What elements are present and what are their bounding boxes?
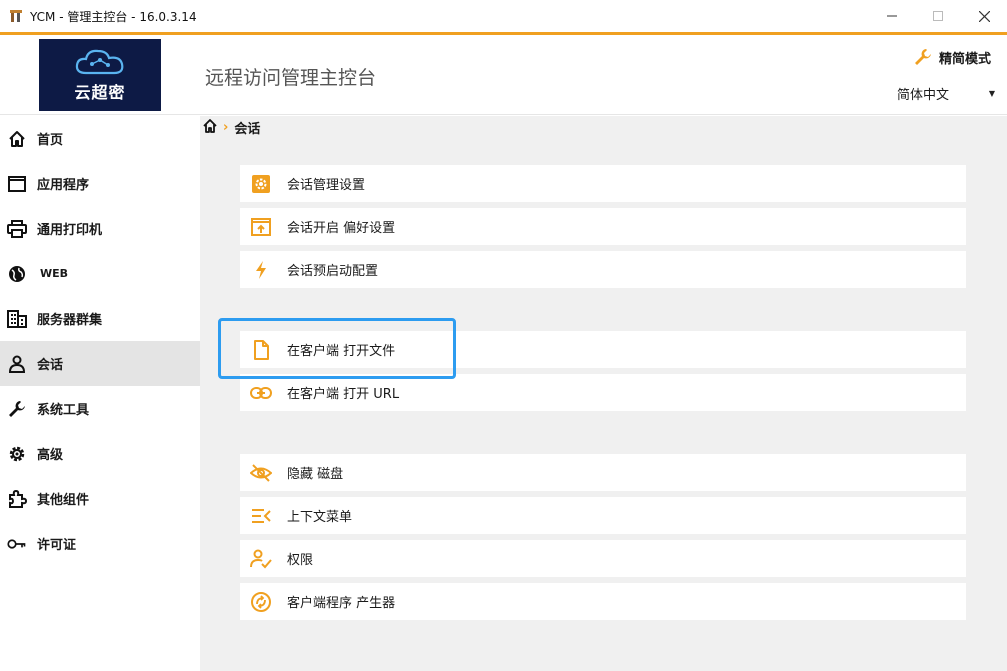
- sidebar-item-applications[interactable]: 应用程序: [0, 161, 200, 206]
- sidebar-item-label: 其他组件: [37, 493, 90, 508]
- dropdown-arrow-icon: ▼: [988, 88, 995, 98]
- sidebar-item-components[interactable]: 其他组件: [0, 476, 200, 521]
- settings-group-client-open: 在客户端 打开文件 在客户端 打开 URL: [240, 331, 966, 417]
- row-label: 会话开启 偏好设置: [287, 221, 396, 236]
- language-select[interactable]: 简体中文 ▼: [897, 83, 997, 103]
- sidebar-item-advanced[interactable]: 高级: [0, 431, 200, 476]
- key-icon: [7, 534, 27, 554]
- sidebar-item-session[interactable]: 会话: [0, 341, 200, 386]
- open-url-on-client-row[interactable]: 在客户端 打开 URL: [240, 374, 966, 411]
- header: 云超密 远程访问管理主控台 精简模式 简体中文 ▼: [0, 35, 1007, 115]
- settings-group-session: 会话管理设置 会话开启 偏好设置 会话预启动配置: [240, 165, 966, 294]
- language-value: 简体中文: [897, 87, 950, 103]
- window-icon: [7, 174, 27, 194]
- sidebar-item-printer[interactable]: 通用打印机: [0, 206, 200, 251]
- wrench-icon: [7, 399, 27, 419]
- sidebar-item-label: 应用程序: [37, 178, 90, 193]
- close-icon: [978, 10, 990, 22]
- row-label: 在客户端 打开 URL: [287, 387, 400, 402]
- hide-disk-row[interactable]: 隐藏 磁盘: [240, 454, 966, 491]
- home-icon: [7, 129, 27, 149]
- close-button[interactable]: [961, 0, 1007, 32]
- eye-off-icon: [250, 462, 272, 484]
- sidebar-item-system-tools[interactable]: 系统工具: [0, 386, 200, 431]
- sidebar-item-home[interactable]: 首页: [0, 116, 200, 161]
- sidebar-item-label: 首页: [37, 133, 64, 148]
- home-icon[interactable]: [203, 118, 217, 137]
- session-open-preferences-row[interactable]: 会话开启 偏好设置: [240, 208, 966, 245]
- sidebar: 首页 应用程序 通用打印机 WEB 服务器群集 会话 系统工具 高级 其他组件 …: [0, 116, 200, 671]
- session-management-settings-row[interactable]: 会话管理设置: [240, 165, 966, 202]
- gear-icon: [7, 444, 27, 464]
- printer-icon: [7, 219, 27, 239]
- sidebar-item-label: 系统工具: [37, 403, 90, 418]
- row-label: 客户端程序 产生器: [287, 596, 396, 611]
- row-label: 权限: [287, 553, 314, 568]
- main-content: › 会话 会话管理设置 会话开启 偏好设置 会话预启动配置 在客户端 打开文件 …: [200, 116, 1007, 671]
- settings-group-misc: 隐藏 磁盘 上下文菜单 权限 客户端程序 产生器: [240, 454, 966, 626]
- logo-text: 云超密: [74, 83, 126, 102]
- breadcrumb: › 会话: [203, 118, 260, 137]
- minimize-button[interactable]: [869, 0, 915, 32]
- window-controls: [869, 0, 1007, 32]
- breadcrumb-separator-icon: ›: [223, 120, 229, 135]
- brand-logo: 云超密: [39, 39, 161, 111]
- sidebar-item-server-cluster[interactable]: 服务器群集: [0, 296, 200, 341]
- console-title: 远程访问管理主控台: [205, 67, 377, 89]
- wrench-icon: [914, 49, 931, 65]
- row-label: 上下文菜单: [287, 510, 353, 525]
- sidebar-item-label: WEB: [40, 267, 69, 280]
- sidebar-item-web[interactable]: WEB: [0, 251, 200, 296]
- permissions-row[interactable]: 权限: [240, 540, 966, 577]
- open-file-on-client-row[interactable]: 在客户端 打开文件: [240, 331, 966, 368]
- client-generator-row[interactable]: 客户端程序 产生器: [240, 583, 966, 620]
- maximize-icon: [933, 11, 943, 21]
- title-bar: YCM - 管理主控台 - 16.0.3.14: [0, 0, 1007, 32]
- compact-mode-label: 精简模式: [938, 51, 991, 67]
- file-icon: [250, 339, 272, 361]
- user-icon: [7, 354, 27, 374]
- gear-icon: [250, 173, 272, 195]
- puzzle-icon: [7, 489, 27, 509]
- globe-icon: [7, 264, 27, 284]
- context-menu-row[interactable]: 上下文菜单: [240, 497, 966, 534]
- user-check-icon: [250, 548, 272, 570]
- breadcrumb-current: 会话: [234, 122, 261, 137]
- sync-icon: [250, 591, 272, 613]
- row-label: 会话预启动配置: [287, 264, 379, 279]
- lightning-icon: [250, 259, 272, 281]
- row-label: 隐藏 磁盘: [287, 467, 344, 482]
- session-prelaunch-config-row[interactable]: 会话预启动配置: [240, 251, 966, 288]
- sidebar-item-label: 会话: [37, 358, 64, 373]
- sidebar-item-label: 通用打印机: [37, 223, 103, 238]
- compact-mode-button[interactable]: 精简模式: [913, 47, 991, 67]
- row-label: 在客户端 打开文件: [287, 344, 396, 359]
- menu-icon: [250, 505, 272, 527]
- window-title: YCM - 管理主控台 - 16.0.3.14: [30, 9, 197, 24]
- minimize-icon: [887, 15, 897, 17]
- sidebar-item-label: 服务器群集: [37, 313, 103, 328]
- link-icon: [250, 382, 272, 404]
- app-tools-icon: [8, 8, 24, 24]
- sidebar-item-license[interactable]: 许可证: [0, 521, 200, 566]
- sidebar-item-label: 许可证: [37, 538, 77, 553]
- row-label: 会话管理设置: [287, 178, 366, 193]
- cloud-logo-icon: [75, 49, 124, 75]
- sidebar-item-label: 高级: [37, 448, 64, 463]
- building-icon: [7, 309, 27, 329]
- window-upload-icon: [250, 216, 272, 238]
- maximize-button[interactable]: [915, 0, 961, 32]
